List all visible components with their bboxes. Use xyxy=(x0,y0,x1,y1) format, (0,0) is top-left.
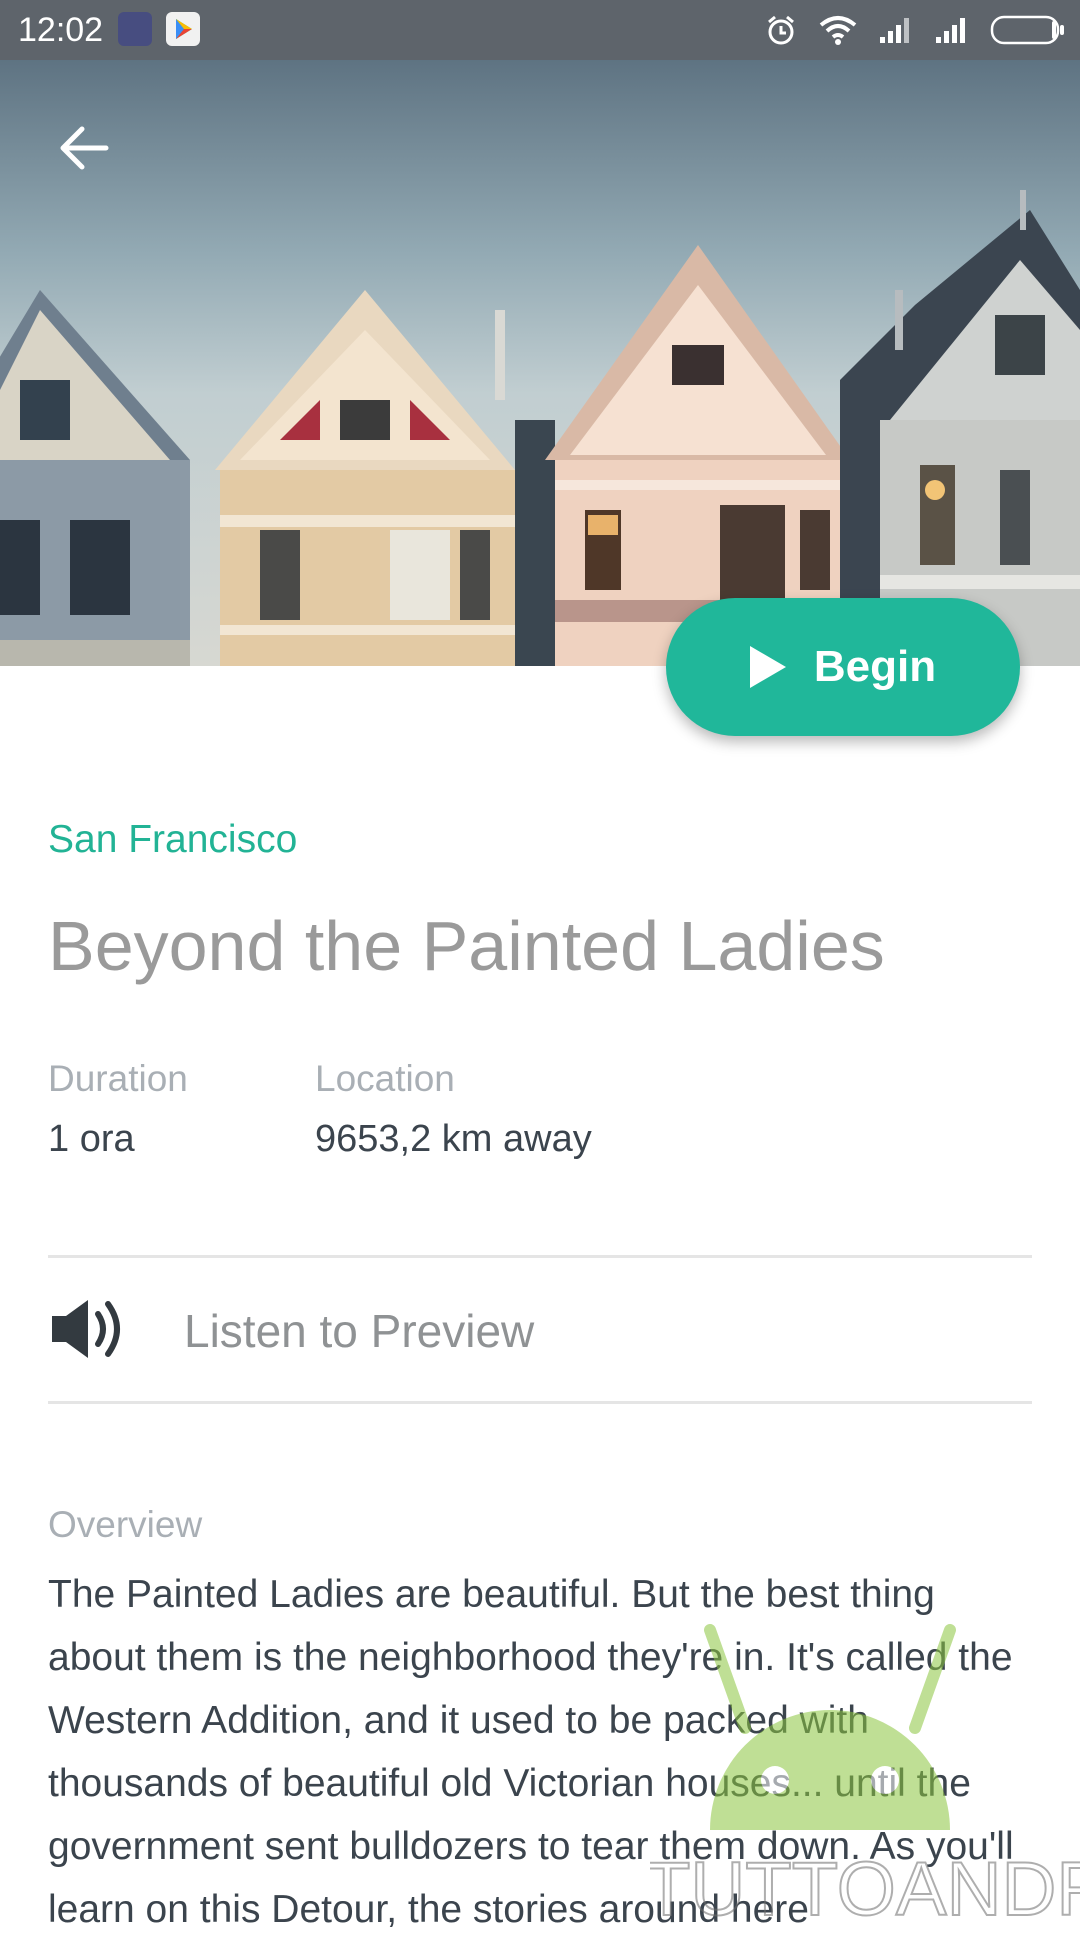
play-icon xyxy=(749,646,786,688)
signal-icon xyxy=(934,15,970,45)
divider xyxy=(48,1255,1032,1258)
play-store-icon xyxy=(166,12,200,46)
divider xyxy=(48,1401,1032,1404)
speaker-icon[interactable] xyxy=(48,1296,126,1362)
arrow-left-icon xyxy=(60,126,109,170)
battery-icon xyxy=(990,15,1066,45)
begin-button[interactable]: Begin xyxy=(666,598,1020,736)
begin-label: Begin xyxy=(813,642,937,691)
duration-value: 1 ora xyxy=(48,1118,135,1160)
wifi-icon xyxy=(818,14,858,46)
overview-text: The Painted Ladies are beautiful. But th… xyxy=(48,1573,1014,1931)
location-value: 9653,2 km away xyxy=(315,1118,592,1160)
listen-preview-button[interactable]: Listen to Preview xyxy=(184,1304,534,1358)
tour-title: Beyond the Painted Ladies xyxy=(48,907,885,985)
signal-icon xyxy=(878,15,914,45)
alarm-icon xyxy=(764,13,798,47)
city-label: San Francisco xyxy=(48,818,298,861)
location-label: Location xyxy=(315,1058,455,1099)
notification-app-icon xyxy=(118,12,152,46)
overview-heading: Overview xyxy=(48,1504,203,1545)
hero-image xyxy=(0,60,1080,666)
back-button[interactable] xyxy=(52,116,116,180)
painted-ladies-photo xyxy=(0,190,1080,666)
status-time: 12:02 xyxy=(18,11,104,49)
duration-label: Duration xyxy=(48,1058,188,1099)
status-bar: 12:02 xyxy=(0,0,1080,60)
